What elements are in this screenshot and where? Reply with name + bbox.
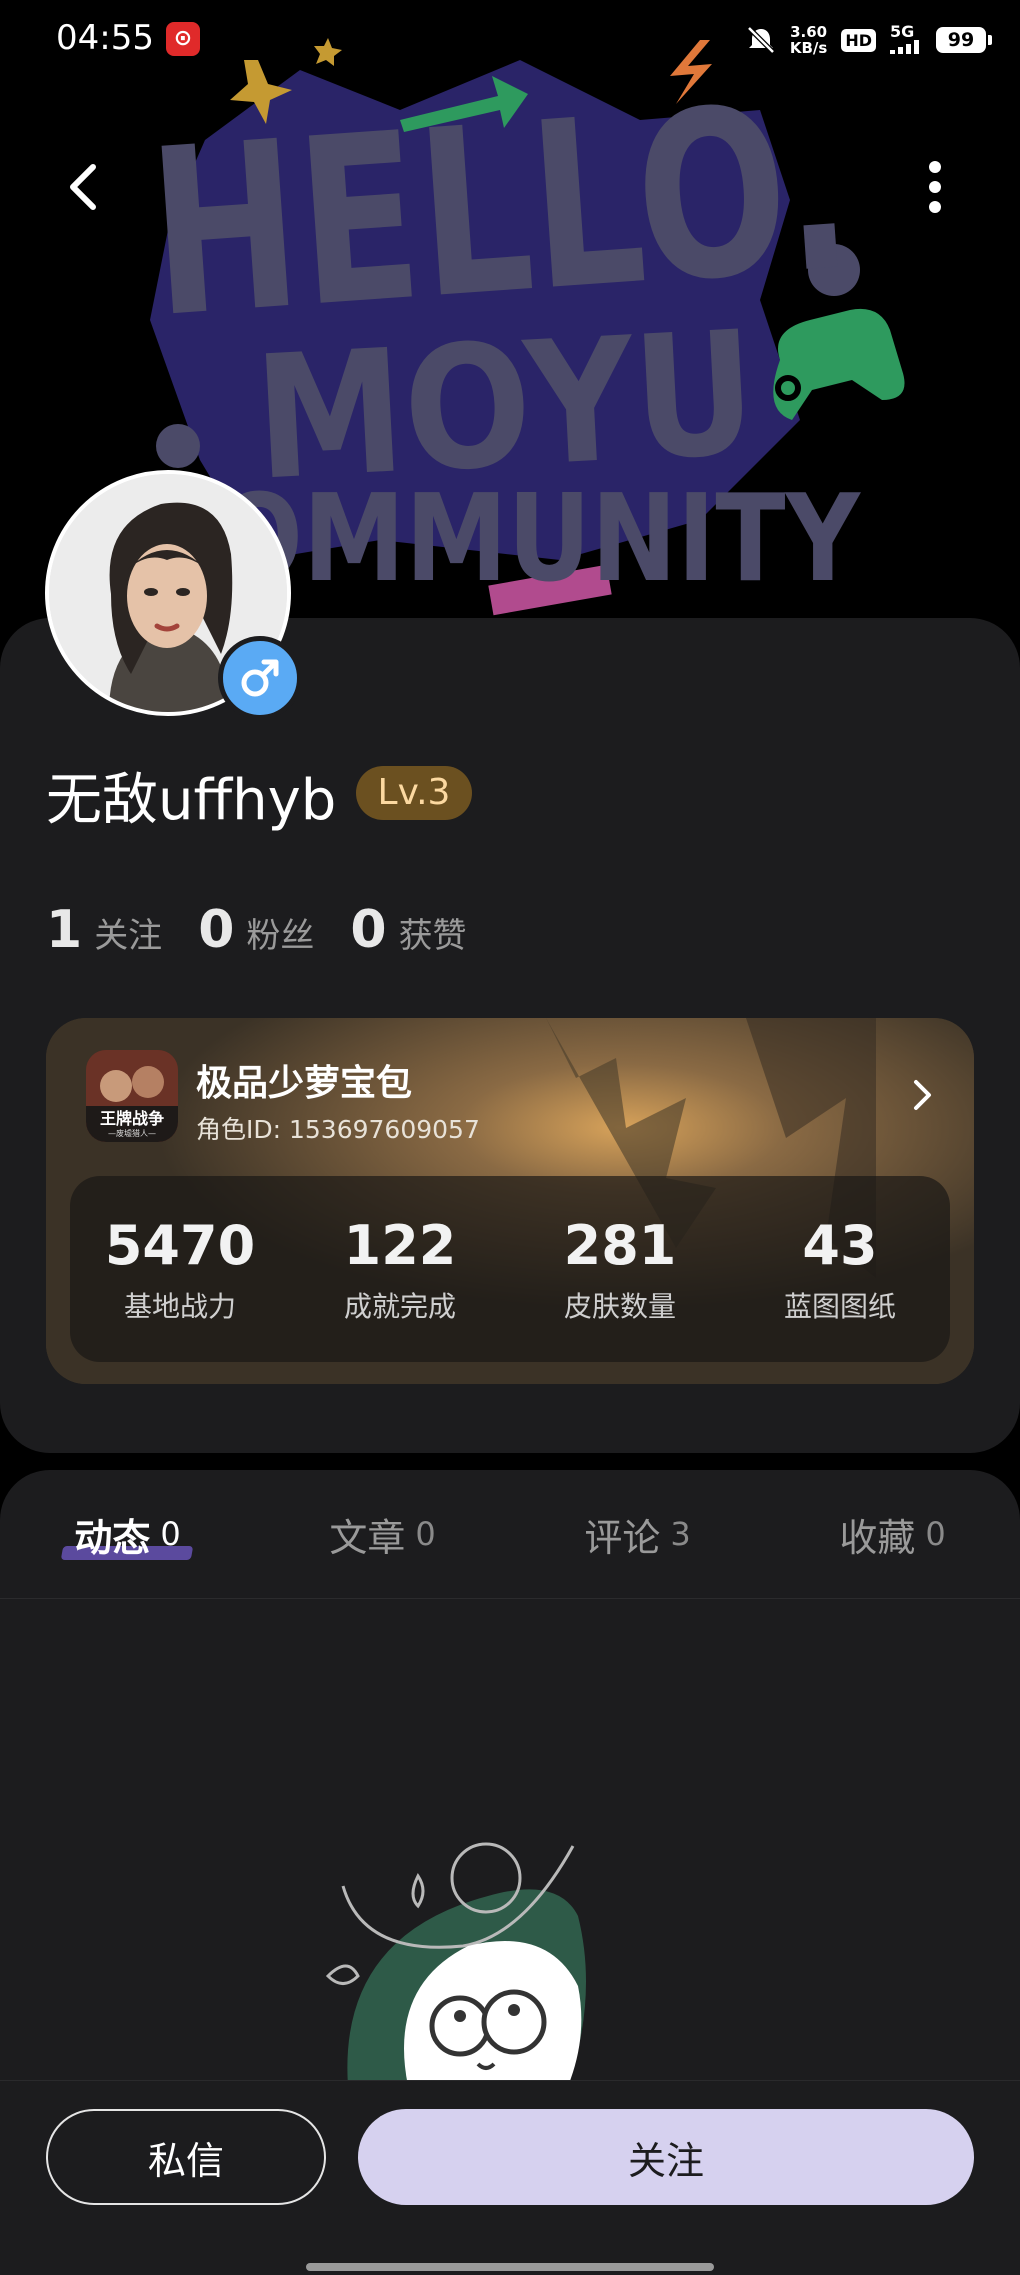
likes-label: 获赞 xyxy=(398,916,467,956)
game-role-card[interactable]: 王牌战争 —废墟猎人— 极品少萝宝包 角色ID: 153697609057 54… xyxy=(46,1018,974,1384)
follow-stats: 1 关注 0 粉丝 0 获赞 xyxy=(46,900,491,960)
status-bar: 04:55 ⊙ 3.60 KB/s HD 5G 99 xyxy=(0,0,1020,80)
network-type: 5G xyxy=(890,21,915,41)
game-stats-panel: 5470 基地战力 122 成就完成 281 皮肤数量 43 蓝图图纸 xyxy=(70,1176,950,1362)
stat-label: 蓝图图纸 xyxy=(783,1290,896,1323)
back-button[interactable] xyxy=(48,152,118,222)
status-time: 04:55 xyxy=(56,18,154,58)
followers-label[interactable]: 粉丝 xyxy=(246,908,314,957)
tab-count: 3 xyxy=(670,1515,691,1553)
signal-icon: 5G xyxy=(890,21,922,57)
chevron-left-icon xyxy=(70,164,96,210)
game-app-icon: 王牌战争 —废墟猎人— xyxy=(86,1050,178,1142)
stat-value: 43 xyxy=(802,1214,878,1277)
game-icon-text: 王牌战争 xyxy=(100,1109,164,1128)
stat-value: 122 xyxy=(343,1214,457,1277)
follow-button[interactable]: 关注 xyxy=(358,2109,974,2205)
tab-count: 0 xyxy=(415,1515,436,1553)
tab-count: 0 xyxy=(160,1515,181,1553)
stat-label: 皮肤数量 xyxy=(563,1290,676,1323)
stat-skins: 281 皮肤数量 xyxy=(510,1176,730,1362)
bottom-action-bar: 私信 关注 xyxy=(0,2080,1020,2275)
male-icon xyxy=(218,636,302,720)
stat-label: 成就完成 xyxy=(343,1290,456,1323)
stat-blueprints: 43 蓝图图纸 xyxy=(730,1176,950,1362)
mute-bell-icon xyxy=(747,26,775,54)
stat-base-power: 5470 基地战力 xyxy=(70,1176,290,1362)
tab-posts[interactable]: 动态 0 xyxy=(0,1470,255,1598)
tab-label: 收藏 xyxy=(839,1515,916,1560)
content-tabs: 动态 0 文章 0 评论 3 收藏 0 xyxy=(0,1470,1020,1599)
game-role-name: 极品少萝宝包 xyxy=(196,1063,413,1104)
battery-icon: 99 xyxy=(936,27,992,53)
tab-articles[interactable]: 文章 0 xyxy=(255,1470,510,1598)
tab-label: 动态 xyxy=(74,1515,151,1560)
chevron-right-icon[interactable] xyxy=(898,1070,948,1120)
tab-count: 0 xyxy=(925,1515,946,1553)
stat-value: 5470 xyxy=(104,1214,256,1277)
network-speed-unit: KB/s xyxy=(789,39,828,57)
wangpai-zhanzheng-icon: 王牌战争 —废墟猎人— xyxy=(86,1050,178,1142)
level-badge: Lv.3 xyxy=(356,766,472,820)
netease-cloud-music-icon: ⊙ xyxy=(166,22,200,56)
network-speed-value: 3.60 xyxy=(790,23,828,41)
more-options-button[interactable] xyxy=(900,152,970,222)
stat-value: 281 xyxy=(563,1214,677,1277)
more-vertical-icon xyxy=(929,161,941,213)
game-icon-subtext: —废墟猎人— xyxy=(108,1128,156,1138)
empty-state-illustration xyxy=(325,1842,586,2086)
status-icons: 3.60 KB/s HD 5G 99 xyxy=(746,20,992,60)
stat-achievements: 122 成就完成 xyxy=(290,1176,510,1362)
username: 无敌uffhyb xyxy=(46,768,337,833)
tab-label: 评论 xyxy=(584,1515,661,1560)
tab-comments[interactable]: 评论 3 xyxy=(510,1470,765,1598)
stat-label: 基地战力 xyxy=(123,1290,236,1323)
followers-count[interactable]: 0 xyxy=(198,900,234,960)
following-label[interactable]: 关注 xyxy=(94,908,162,957)
likes-count: 0 xyxy=(350,900,387,960)
private-message-button[interactable]: 私信 xyxy=(46,2109,326,2205)
chevron-right-glyph xyxy=(914,1080,931,1110)
game-role-id: 角色ID: 153697609057 xyxy=(196,1115,480,1144)
network-speed: 3.60 KB/s xyxy=(790,24,827,56)
tab-favorites[interactable]: 收藏 0 xyxy=(765,1470,1020,1598)
home-indicator[interactable] xyxy=(306,2263,714,2271)
male-symbol xyxy=(241,659,279,697)
signal-bars-icon xyxy=(890,39,919,54)
hd-icon: HD xyxy=(841,28,876,52)
following-count[interactable]: 1 xyxy=(46,900,82,960)
tab-label: 文章 xyxy=(329,1515,406,1560)
